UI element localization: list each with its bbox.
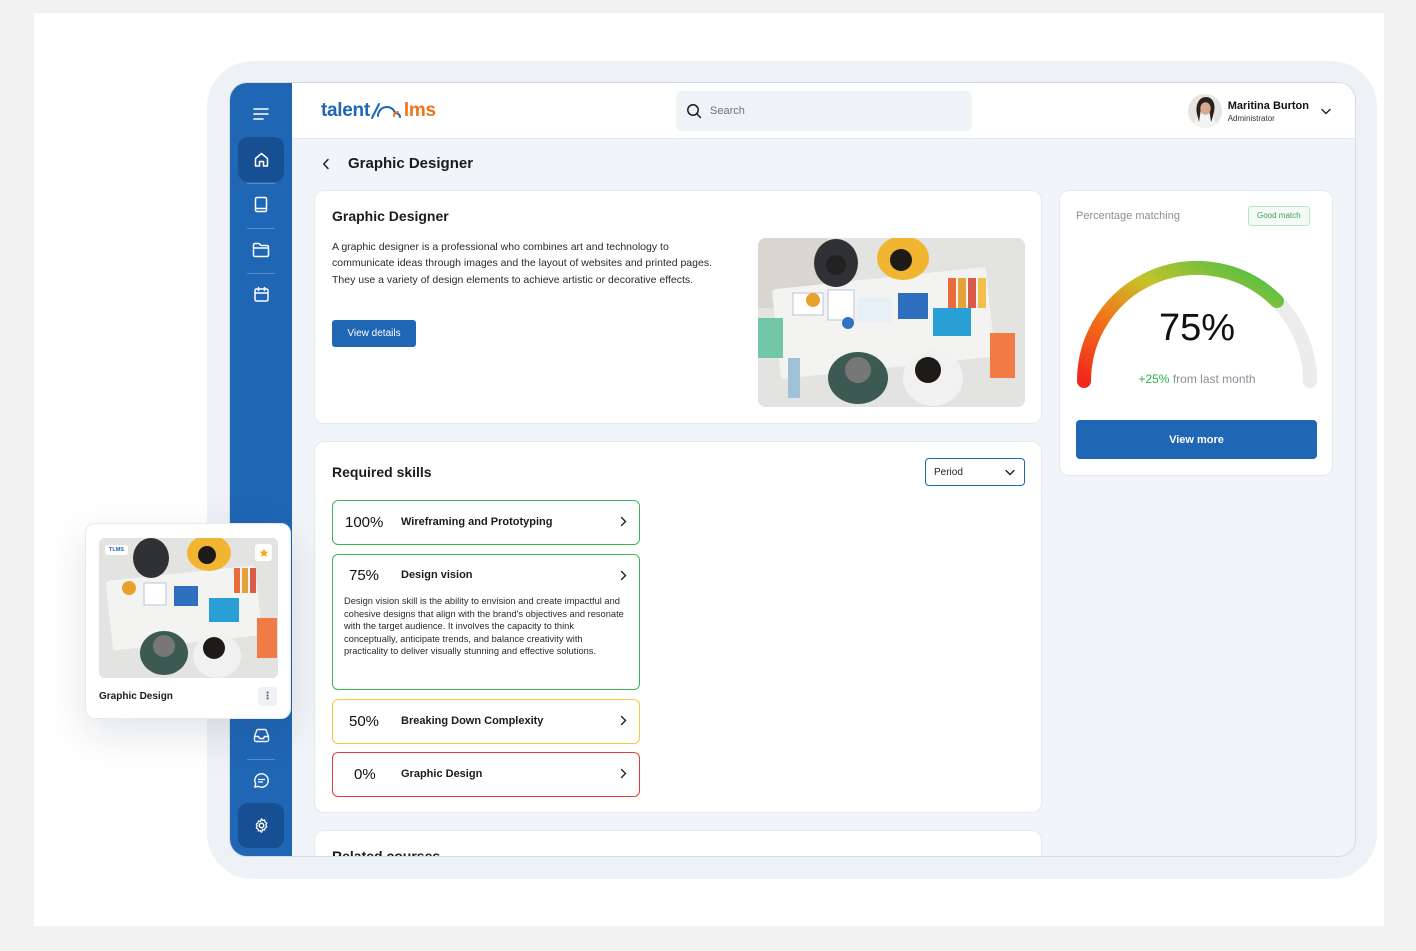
chevron-down-icon <box>1321 108 1331 114</box>
skill-percent: 0% <box>354 765 376 783</box>
sidebar-item-calendar[interactable] <box>238 272 284 317</box>
sidebar-item-inbox[interactable] <box>238 713 284 758</box>
menu-button[interactable] <box>238 91 284 136</box>
skill-item-expanded[interactable]: 75% Design vision Design vision skill is… <box>332 554 640 690</box>
chevron-right-icon <box>620 516 627 527</box>
skill-description: Design vision skill is the ability to en… <box>344 596 624 657</box>
logo-text-lms: lms <box>403 100 436 121</box>
match-delta: +25% from last month <box>1060 372 1334 386</box>
section-title: Related courses <box>332 848 441 857</box>
view-more-button[interactable]: View more <box>1076 420 1317 459</box>
page-header: Graphic Designer <box>322 155 473 172</box>
course-card[interactable]: TLMS Graphic Design ⋮ <box>85 523 291 719</box>
job-title: Graphic Designer <box>332 208 449 224</box>
folder-icon <box>252 242 270 257</box>
back-arrow-icon[interactable] <box>322 158 330 170</box>
chevron-right-icon <box>620 768 627 779</box>
page-title: Graphic Designer <box>348 155 474 172</box>
skill-item[interactable]: 50% Breaking Down Complexity <box>332 699 640 744</box>
status-badge: Good match <box>1248 206 1310 226</box>
skill-item[interactable]: 100% Wireframing and Prototyping <box>332 500 640 545</box>
search-icon <box>687 104 702 119</box>
more-options-icon[interactable]: ⋮ <box>258 687 277 706</box>
gear-icon <box>255 818 267 833</box>
skill-name: Breaking Down Complexity <box>401 715 544 727</box>
course-thumbnail: TLMS <box>99 538 278 678</box>
sidebar-item-settings[interactable] <box>238 803 284 848</box>
menu-icon <box>253 107 269 120</box>
user-menu[interactable]: Maritina Burton Administrator <box>1187 94 1331 128</box>
team-photo <box>758 238 1025 407</box>
delta-value: +25% <box>1138 372 1170 386</box>
job-description: A graphic designer is a professional who… <box>332 241 712 286</box>
percentage-matching-card: Percentage matching Good match 75% +25% … <box>1059 190 1333 476</box>
sidebar-item-home[interactable] <box>238 137 284 182</box>
skill-percent: 50% <box>349 712 380 730</box>
favorite-star-icon[interactable] <box>255 544 272 561</box>
skill-item[interactable]: 0% Graphic Design <box>332 752 640 797</box>
skill-name: Graphic Design <box>401 768 483 780</box>
course-title: Graphic Design <box>99 691 173 702</box>
matching-label: Percentage matching <box>1076 210 1180 222</box>
chevron-right-icon <box>620 715 627 726</box>
match-value: 75% <box>1158 307 1236 349</box>
user-role: Administrator <box>1227 113 1275 123</box>
calendar-icon <box>253 286 269 302</box>
sidebar-item-courses[interactable] <box>238 182 284 227</box>
job-overview-card: Graphic Designer A graphic designer is a… <box>314 190 1042 424</box>
inbox-icon <box>253 728 269 743</box>
period-select[interactable]: Period <box>925 458 1025 486</box>
required-skills-card: Required skills Period 100% Wireframing … <box>314 441 1042 813</box>
search-bar[interactable] <box>676 91 972 131</box>
home-icon <box>254 152 268 167</box>
logo-cloud-icon <box>370 103 401 119</box>
sidebar-item-messages[interactable] <box>238 758 284 803</box>
section-title: Required skills <box>332 464 432 480</box>
book-icon <box>254 196 268 213</box>
chevron-down-icon <box>1005 469 1015 475</box>
app-screen: talent lms Maritina Burton Administrator… <box>229 82 1356 857</box>
search-input[interactable] <box>710 105 950 117</box>
avatar <box>1187 94 1222 128</box>
top-bar: talent lms Maritina Burton Administrator <box>292 83 1355 139</box>
talentlms-logo[interactable]: talent lms <box>321 100 436 122</box>
delta-suffix: from last month <box>1172 372 1256 386</box>
chevron-right-icon <box>620 570 627 581</box>
chat-icon <box>253 773 269 788</box>
view-details-button[interactable]: View details <box>332 320 416 347</box>
course-tag: TLMS <box>105 545 128 555</box>
period-label: Period <box>934 466 963 478</box>
skill-percent: 100% <box>345 513 384 531</box>
skill-name: Design vision <box>401 569 473 581</box>
sidebar <box>230 83 292 856</box>
sidebar-item-files[interactable] <box>238 227 284 272</box>
skill-percent: 75% <box>349 566 380 584</box>
related-courses-card: Related courses <box>314 830 1042 857</box>
logo-text-talent: talent <box>321 100 370 121</box>
skill-name: Wireframing and Prototyping <box>401 516 553 528</box>
user-name: Maritina Burton <box>1227 99 1309 112</box>
